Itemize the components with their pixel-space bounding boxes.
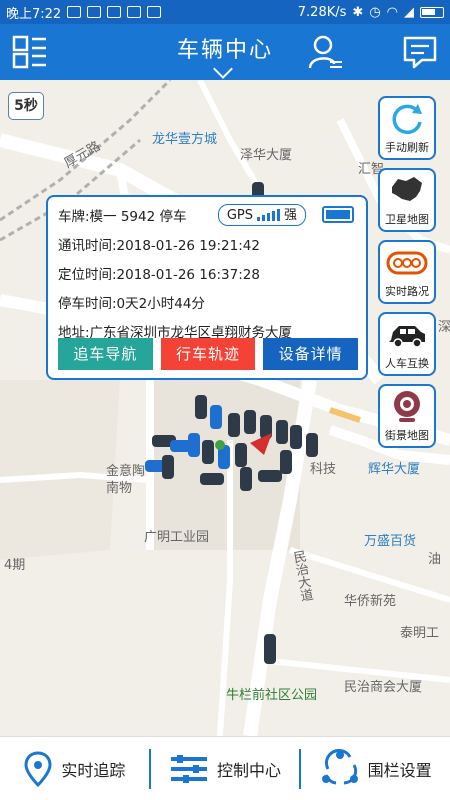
- poi-label: 泰明工: [400, 626, 440, 641]
- poi-label: 南物: [106, 481, 133, 496]
- china-map-icon: [392, 176, 422, 201]
- bluetooth-icon: ✱: [352, 4, 364, 20]
- car-app-icon: [107, 6, 122, 18]
- gps-status: GPS 强: [217, 204, 306, 226]
- side-button-label: 卫星地图: [385, 213, 429, 226]
- navigate-to-car-button[interactable]: 追车导航: [58, 338, 153, 370]
- nav-realtime-tracking[interactable]: 实时追踪: [0, 737, 149, 800]
- poi-label: 深: [438, 320, 450, 335]
- device-details-button[interactable]: 设备详情: [263, 338, 359, 370]
- location-pin-icon: [24, 750, 52, 787]
- refresh-countdown[interactable]: 5秒: [8, 92, 44, 120]
- satellite-map-button[interactable]: 卫星地图: [378, 168, 436, 232]
- car-icon: [389, 325, 425, 348]
- side-button-label: 人车互换: [385, 357, 429, 370]
- plate-status: 车牌:模一 5942 停车: [58, 209, 187, 225]
- app-header: 车辆中心: [0, 24, 450, 80]
- wechat-icon: [67, 6, 82, 18]
- image-icon: [127, 6, 142, 18]
- fence-share-icon: [321, 748, 358, 784]
- poi-label: 4期: [4, 558, 26, 573]
- nav-control-center[interactable]: 控制中心: [151, 737, 300, 800]
- poi-label: 万盛百货: [364, 534, 417, 549]
- camera-icon: [394, 390, 420, 422]
- map-view[interactable]: 5秒 龙华壹方城 泽华大厦 厚元路 汇智 金意陶 南物 广明工业园 辉华大厦 万…: [0, 80, 450, 736]
- vehicle-info-popup: 车牌:模一 5942 停车 GPS 强 通讯时间:2018-01-26 19:2…: [46, 195, 368, 380]
- vehicle-marker[interactable]: [260, 630, 280, 670]
- road-label: 油: [428, 552, 442, 567]
- manual-refresh-button[interactable]: 手动刷新: [378, 96, 436, 160]
- android-icon: [147, 6, 162, 18]
- bottom-nav: 实时追踪 控制中心 围栏设置: [0, 736, 450, 800]
- live-traffic-button[interactable]: 实时路况: [378, 240, 436, 304]
- message-icon[interactable]: [402, 34, 438, 70]
- side-button-label: 实时路况: [385, 285, 429, 298]
- refresh-icon: [392, 103, 422, 134]
- poi-label: 华侨新苑: [344, 594, 397, 609]
- nav-label: 围栏设置: [367, 760, 432, 780]
- status-time: 晚上7:22: [6, 6, 62, 22]
- nav-fence-settings[interactable]: 围栏设置: [301, 737, 450, 800]
- page-title[interactable]: 车辆中心: [0, 32, 450, 64]
- signal-bars-icon: [256, 209, 280, 221]
- user-switch-icon[interactable]: [308, 34, 344, 70]
- qq-icon: [87, 6, 102, 18]
- gps-label: GPS: [226, 207, 253, 223]
- poi-label: 龙华壹方城: [152, 132, 218, 147]
- poi-label: 辉华大厦: [368, 462, 421, 477]
- poi-label: 泽华大厦: [240, 148, 293, 163]
- nav-label: 实时追踪: [61, 760, 126, 780]
- comm-time: 通讯时间:2018-01-26 19:21:42: [58, 238, 260, 254]
- poi-label: 广明工业园: [144, 530, 210, 545]
- traffic-icon: [386, 251, 428, 274]
- poi-label: 民治商会大厦: [344, 680, 423, 695]
- park-label: 牛栏前社区公园: [226, 688, 318, 703]
- vehicle-cluster[interactable]: [140, 385, 340, 505]
- wifi-icon: ◠: [386, 4, 398, 20]
- street-view-button[interactable]: 街景地图: [378, 384, 436, 448]
- signal-icon: ◢: [404, 4, 414, 20]
- battery-icon: [420, 6, 444, 18]
- side-button-label: 街景地图: [385, 429, 429, 442]
- gps-strength: 强: [283, 207, 297, 223]
- alarm-icon: ◷: [369, 4, 381, 20]
- driving-track-button[interactable]: 行车轨迹: [160, 338, 256, 370]
- nav-label: 控制中心: [217, 760, 282, 780]
- location-time: 定位时间:2018-01-26 16:37:28: [58, 267, 260, 283]
- battery-level-icon: [322, 206, 354, 223]
- side-button-label: 手动刷新: [385, 141, 429, 154]
- parking-duration: 停车时间:0天2小时44分: [58, 296, 205, 312]
- swap-person-car-button[interactable]: 人车互换: [378, 312, 436, 376]
- status-bar: 晚上7:22 7.28K/s ✱ ◷ ◠ ◢: [0, 0, 450, 24]
- network-speed: 7.28K/s: [297, 4, 347, 20]
- sliders-icon: [171, 754, 207, 783]
